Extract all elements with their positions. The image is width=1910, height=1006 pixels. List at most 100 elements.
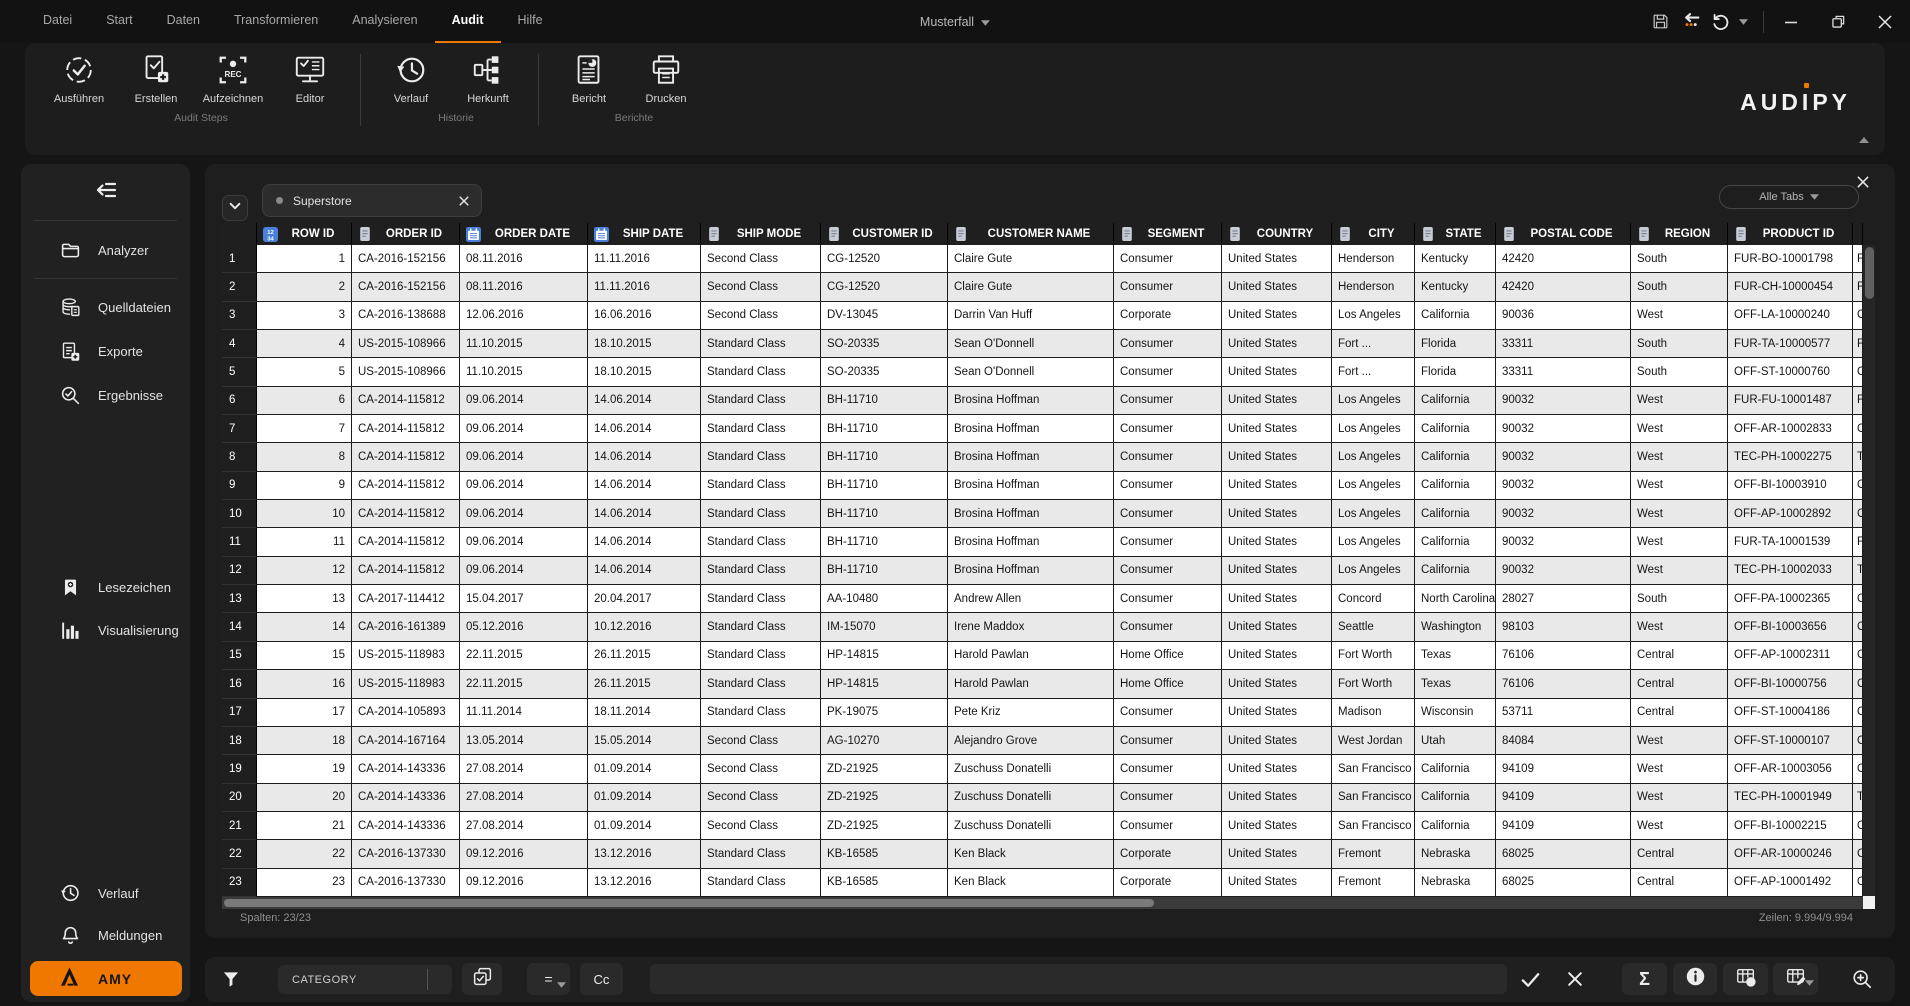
table-cell[interactable]: O [1853, 641, 1863, 671]
row-number-cell[interactable]: 18 [222, 726, 257, 756]
table-cell[interactable]: Brosina Hoffman [948, 471, 1114, 501]
table-cell[interactable]: FUR-TA-10001539 [1728, 528, 1853, 557]
table-cell[interactable]: 19 [257, 755, 352, 784]
table-cell[interactable]: Washington [1415, 613, 1496, 642]
table-cell[interactable]: CA-2014-115812 [352, 556, 460, 586]
table-cell[interactable]: Consumer [1114, 386, 1222, 416]
table-cell[interactable]: United States [1222, 641, 1332, 671]
table-cell[interactable]: Pete Kriz [948, 698, 1114, 727]
table-cell[interactable]: BH-11710 [821, 500, 948, 529]
sidebar-item-amy[interactable]: AMY [30, 961, 182, 996]
table-cell[interactable]: Fremont [1332, 868, 1415, 897]
vertical-scrollbar-thumb[interactable] [1864, 247, 1874, 299]
filter-column-selector[interactable]: CATEGORY [278, 965, 452, 994]
table-cell[interactable]: TEC-PH-10002033 [1728, 556, 1853, 586]
table-cell[interactable]: Florida [1415, 330, 1496, 359]
table-cell[interactable]: ZD-21925 [821, 783, 948, 812]
table-cell[interactable]: 22 [257, 840, 352, 869]
table-cell[interactable]: 1 [257, 245, 352, 274]
table-cell[interactable]: Wisconsin [1415, 698, 1496, 727]
table-cell[interactable]: 26.11.2015 [588, 670, 701, 699]
table-cell[interactable]: 13.12.2016 [588, 840, 701, 869]
column-header-region[interactable]: REGION [1631, 223, 1728, 245]
table-cell[interactable]: IM-15070 [821, 613, 948, 642]
table-cell[interactable]: 09.06.2014 [460, 528, 588, 557]
table-cell[interactable]: Consumer [1114, 585, 1222, 614]
row-number-cell[interactable]: 11 [222, 528, 257, 557]
table-cell[interactable]: SO-20335 [821, 330, 948, 359]
table-cell[interactable]: 15.05.2014 [588, 726, 701, 756]
row-number-cell[interactable]: 7 [222, 415, 257, 444]
menu-item-analysieren[interactable]: Analysieren [335, 0, 434, 43]
table-cell[interactable]: California [1415, 528, 1496, 557]
table-cell[interactable]: Standard Class [701, 613, 821, 642]
clear-filter-button[interactable] [1565, 969, 1585, 989]
table-cell[interactable]: 27.08.2014 [460, 755, 588, 784]
table-cell[interactable]: Concord [1332, 585, 1415, 614]
table-cell[interactable]: 09.06.2014 [460, 556, 588, 586]
table-cell[interactable]: United States [1222, 755, 1332, 784]
table-cell[interactable]: United States [1222, 415, 1332, 444]
table-cell[interactable]: CA-2014-143336 [352, 783, 460, 812]
case-selector-dropdown[interactable]: Musterfall [920, 0, 991, 43]
table-cell[interactable]: 12.06.2016 [460, 301, 588, 331]
table-cell[interactable]: Corporate [1114, 840, 1222, 869]
table-cell[interactable]: United States [1222, 726, 1332, 756]
table-cell[interactable]: 09.06.2014 [460, 500, 588, 529]
table-cell[interactable]: Central [1631, 670, 1728, 699]
table-cell[interactable]: Los Angeles [1332, 443, 1415, 472]
tab-superstore[interactable]: Superstore [262, 184, 482, 217]
horizontal-scrollbar[interactable] [222, 897, 1863, 909]
table-cell[interactable]: Second Class [701, 273, 821, 302]
table-cell[interactable]: Consumer [1114, 273, 1222, 302]
multi-select-button[interactable] [462, 963, 502, 995]
minimize-button[interactable] [1776, 7, 1806, 37]
table-cell[interactable]: AA-10480 [821, 585, 948, 614]
table-cell[interactable]: CA-2017-114412 [352, 585, 460, 614]
ribbon-collapse-button[interactable] [1859, 130, 1869, 148]
table-cell[interactable]: 09.06.2014 [460, 443, 588, 472]
table-cell[interactable]: Los Angeles [1332, 528, 1415, 557]
table-cell[interactable]: O [1853, 500, 1863, 529]
table-cell[interactable]: United States [1222, 613, 1332, 642]
table-cell[interactable]: West [1631, 613, 1728, 642]
table-cell[interactable]: 08.11.2016 [460, 245, 588, 274]
table-cell[interactable]: US-2015-108966 [352, 358, 460, 387]
table-cell[interactable]: CA-2014-143336 [352, 811, 460, 841]
table-cell[interactable]: 09.12.2016 [460, 840, 588, 869]
table-cell[interactable]: San Francisco [1332, 755, 1415, 784]
table-cell[interactable]: West [1631, 811, 1728, 841]
table-cell[interactable]: O [1853, 811, 1863, 841]
table-cell[interactable]: Harold Pawlan [948, 670, 1114, 699]
table-cell[interactable]: Alejandro Grove [948, 726, 1114, 756]
table-cell[interactable]: Consumer [1114, 443, 1222, 472]
column-header-order-id[interactable]: ORDER ID [352, 223, 460, 245]
table-cell[interactable]: PK-19075 [821, 698, 948, 727]
table-cell[interactable]: TEC-PH-10002275 [1728, 443, 1853, 472]
sidebar-collapse-button[interactable] [21, 177, 190, 207]
table-cell[interactable]: Sean O'Donnell [948, 330, 1114, 359]
sum-button[interactable]: Σ [1622, 963, 1667, 995]
row-number-cell[interactable]: 14 [222, 613, 257, 642]
table-cell[interactable]: Seattle [1332, 613, 1415, 642]
row-number-cell[interactable]: 23 [222, 868, 257, 897]
row-number-cell[interactable]: 3 [222, 301, 257, 331]
table-cell[interactable]: CA-2016-161389 [352, 613, 460, 642]
table-cell[interactable]: Los Angeles [1332, 471, 1415, 501]
table-cell[interactable]: Florida [1415, 358, 1496, 387]
table-cell[interactable]: Henderson [1332, 273, 1415, 302]
ribbon-button-editor[interactable]: Editor [278, 52, 342, 105]
table-cell[interactable]: 13.05.2014 [460, 726, 588, 756]
table-cell[interactable]: 09.12.2016 [460, 868, 588, 897]
table-cell[interactable]: 23 [257, 868, 352, 897]
row-number-cell[interactable]: 6 [222, 386, 257, 416]
table-cell[interactable]: US-2015-118983 [352, 670, 460, 699]
row-number-cell[interactable]: 17 [222, 698, 257, 727]
table-cell[interactable]: CA-2016-137330 [352, 868, 460, 897]
table-cell[interactable]: 27.08.2014 [460, 811, 588, 841]
table-cell[interactable]: O [1853, 415, 1863, 444]
table-cell[interactable]: West [1631, 500, 1728, 529]
table-cell[interactable]: 68025 [1496, 868, 1631, 897]
table-cell[interactable]: West [1631, 386, 1728, 416]
sidebar-item-ergebnisse[interactable]: Ergebnisse [21, 380, 190, 410]
